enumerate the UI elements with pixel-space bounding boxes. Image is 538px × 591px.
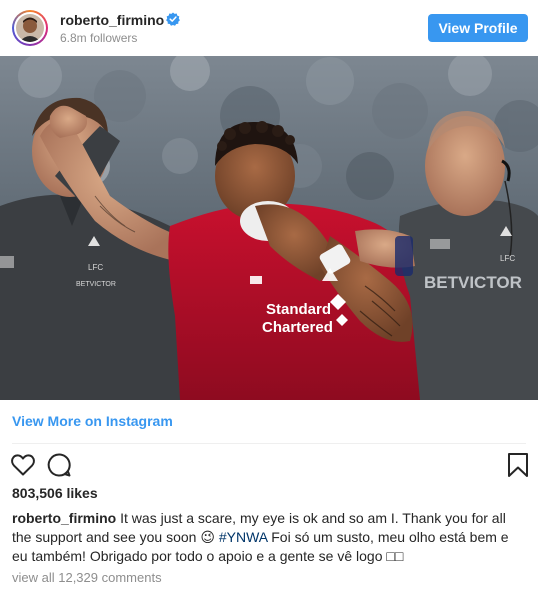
- avatar-frame: [14, 12, 46, 44]
- jersey-sponsor-line1: Standard: [266, 301, 331, 318]
- avatar-image: [16, 14, 44, 42]
- jersey-sponsor-line2: Chartered: [262, 319, 333, 336]
- username[interactable]: roberto_firmino: [60, 12, 164, 28]
- caption-username[interactable]: roberto_firmino: [12, 510, 116, 526]
- avatar[interactable]: [12, 10, 48, 46]
- view-all-comments-link[interactable]: view all 12,329 comments: [12, 570, 162, 585]
- caption-hashtag[interactable]: #YNWA: [219, 529, 268, 545]
- verified-badge-icon: [166, 12, 180, 26]
- follower-count: 6.8m followers: [60, 31, 138, 45]
- post-header: roberto_firmino 6.8m followers View Prof…: [0, 0, 538, 56]
- post-caption: roberto_firmino It was just a scare, my …: [12, 509, 526, 566]
- view-more-link[interactable]: View More on Instagram: [12, 413, 173, 429]
- left-sponsor-text: BETVICTOR: [76, 281, 116, 288]
- like-count[interactable]: 803,506 likes: [12, 485, 98, 501]
- right-sponsor-text: BETVICTOR: [424, 273, 522, 292]
- right-crest-text: LFC: [500, 254, 515, 263]
- heart-icon[interactable]: [10, 452, 36, 478]
- divider: [12, 443, 526, 444]
- comment-icon[interactable]: [46, 452, 72, 478]
- post-photo[interactable]: LFC BETVICTOR Standard Chartered BETVICT…: [0, 56, 538, 400]
- left-crest-text: LFC: [88, 263, 103, 272]
- view-profile-button[interactable]: View Profile: [428, 14, 528, 42]
- post-image: LFC BETVICTOR Standard Chartered BETVICT…: [0, 56, 538, 400]
- bookmark-icon[interactable]: [505, 452, 531, 478]
- instagram-embed: roberto_firmino 6.8m followers View Prof…: [0, 0, 538, 591]
